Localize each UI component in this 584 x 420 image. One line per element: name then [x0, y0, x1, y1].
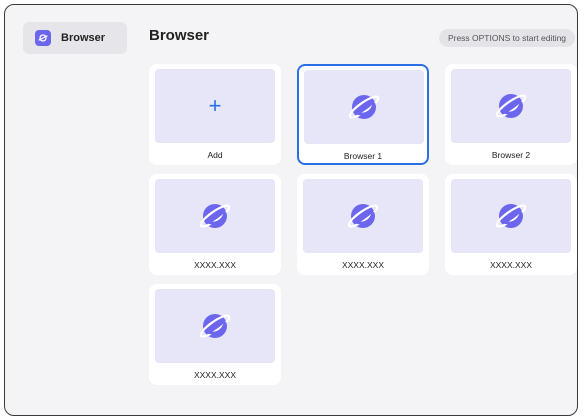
- app-window: Browser Browser Press OPTIONS to start e…: [4, 4, 578, 416]
- tile-label: Add: [207, 150, 223, 160]
- sidebar-item-label: Browser: [61, 32, 106, 44]
- browser-tile[interactable]: XXXX.XXX: [445, 174, 577, 275]
- tile-thumbnail: [303, 179, 423, 253]
- tile-thumbnail: [155, 179, 275, 253]
- options-hint-badge: Press OPTIONS to start editing: [439, 29, 575, 47]
- tile-label: Browser 1: [343, 151, 383, 161]
- tile-thumbnail: +: [155, 69, 275, 143]
- planet-icon: [199, 204, 231, 228]
- browser-tile[interactable]: XXXX.XXX: [149, 174, 281, 275]
- tile-label: XXXX.XXX: [193, 370, 237, 380]
- page-title: Browser: [149, 27, 210, 44]
- browser-tile[interactable]: Browser 1: [297, 64, 429, 165]
- tile-label: XXXX.XXX: [341, 260, 385, 270]
- browser-icon: [35, 30, 51, 46]
- browser-tile[interactable]: XXXX.XXX: [297, 174, 429, 275]
- tile-thumbnail: [451, 179, 571, 253]
- planet-icon: [347, 204, 379, 228]
- sidebar-item-browser[interactable]: Browser: [23, 22, 127, 54]
- tile-label: XXXX.XXX: [193, 260, 237, 270]
- add-tile[interactable]: + Add: [149, 64, 281, 165]
- browser-tile[interactable]: Browser 2: [445, 64, 577, 165]
- planet-icon: [348, 95, 380, 119]
- planet-icon: [495, 94, 527, 118]
- tile-thumbnail: [451, 69, 571, 143]
- planet-icon: [495, 204, 527, 228]
- tile-label: Browser 2: [491, 150, 531, 160]
- plus-icon: +: [208, 93, 222, 118]
- tile-thumbnail: [155, 289, 275, 363]
- browser-tile[interactable]: XXXX.XXX: [149, 284, 281, 385]
- tile-thumbnail: [304, 70, 424, 144]
- tile-label: XXXX.XXX: [489, 260, 533, 270]
- planet-icon: [199, 314, 231, 338]
- browser-tile-grid: + Add Browser 1 Browser 2 XXXX.XXX XXXX.…: [149, 64, 577, 385]
